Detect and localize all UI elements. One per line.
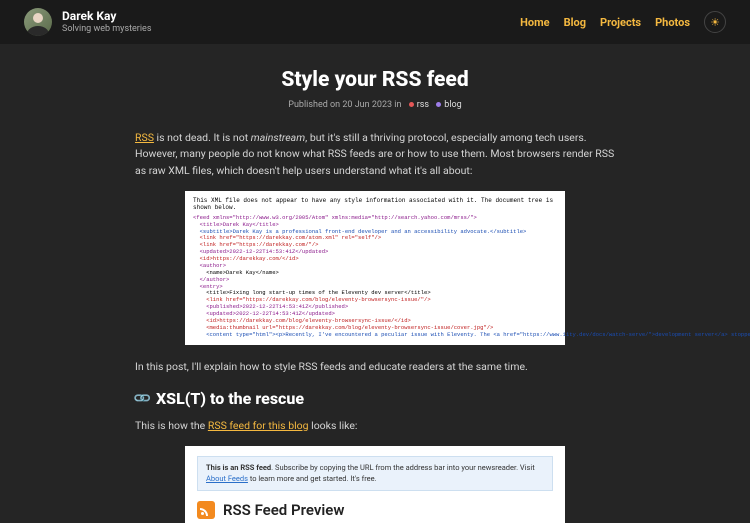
about-feeds-link: About Feeds (206, 474, 248, 483)
section-heading: XSL(T) to the rescue (156, 389, 304, 408)
anchor-link-icon[interactable]: 🔗 (132, 388, 152, 408)
intro-paragraph-2: In this post, I'll explain how to style … (135, 359, 615, 375)
rss-link[interactable]: RSS (135, 131, 154, 144)
rss-icon (197, 501, 215, 519)
brand-tagline: Solving web mysteries (62, 24, 151, 35)
meta-date: Published on 20 Jun 2023 in (288, 100, 401, 110)
tag-dot-icon (409, 102, 414, 107)
section-heading-row: 🔗 XSL(T) to the rescue (135, 389, 615, 408)
nav-photos[interactable]: Photos (655, 16, 690, 29)
tag-dot-icon (436, 102, 441, 107)
styled-feed-screenshot: This is an RSS feed. Subscribe by copyin… (185, 446, 565, 523)
section-paragraph: This is how the RSS feed for this blog l… (135, 418, 615, 434)
info-banner: This is an RSS feed. Subscribe by copyin… (197, 456, 553, 491)
tag-blog[interactable]: blog (444, 100, 461, 110)
main-nav: Home Blog Projects Photos ☀ (520, 11, 726, 33)
nav-blog[interactable]: Blog (564, 16, 586, 29)
nav-home[interactable]: Home (520, 16, 549, 29)
brand-name: Darek Kay (62, 9, 151, 23)
theme-toggle-button[interactable]: ☀ (704, 11, 726, 33)
post-meta: Published on 20 Jun 2023 in rss blog (135, 100, 615, 110)
post-title: Style your RSS feed (135, 68, 615, 92)
tag-rss[interactable]: rss (417, 100, 429, 110)
preview-title-row: RSS Feed Preview (197, 501, 553, 519)
brand[interactable]: Darek Kay Solving web mysteries (24, 8, 151, 36)
post-content: Style your RSS feed Published on 20 Jun … (135, 44, 615, 523)
site-header: Darek Kay Solving web mysteries Home Blo… (0, 0, 750, 44)
brand-text: Darek Kay Solving web mysteries (62, 9, 151, 34)
preview-title: RSS Feed Preview (223, 501, 344, 519)
avatar (24, 8, 52, 36)
sun-icon: ☀ (710, 16, 720, 29)
xml-screenshot: This XML file does not appear to have an… (185, 191, 565, 345)
xml-warning-text: This XML file does not appear to have an… (193, 197, 557, 212)
rss-feed-link[interactable]: RSS feed for this blog (208, 419, 309, 432)
post-body: RSS is not dead. It is not mainstream, b… (135, 130, 615, 523)
nav-projects[interactable]: Projects (600, 16, 641, 29)
intro-paragraph: RSS is not dead. It is not mainstream, b… (135, 130, 615, 179)
